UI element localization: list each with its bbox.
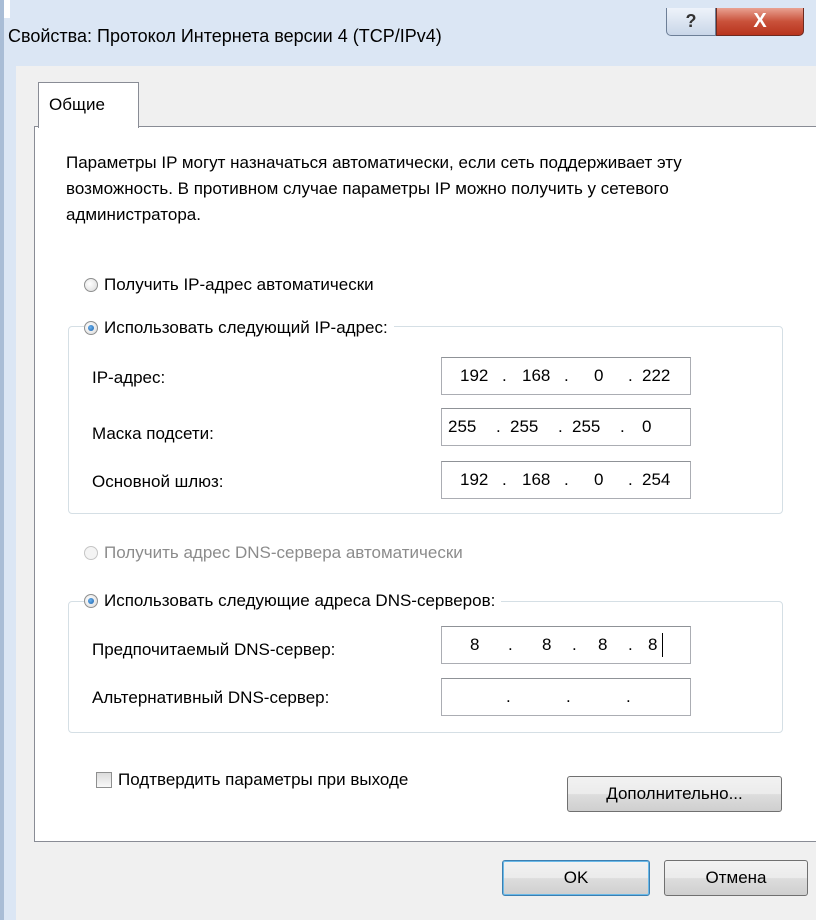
subnet-mask-label: Маска подсети: bbox=[92, 424, 214, 443]
alternate-dns-input[interactable]: . . . bbox=[441, 678, 691, 716]
radio-dns-manual-label: Использовать следующие адреса DNS-сервер… bbox=[104, 591, 496, 610]
tab-general[interactable]: Общие bbox=[38, 82, 139, 128]
radio-ip-manual[interactable]: Использовать следующий IP-адрес: bbox=[84, 318, 394, 338]
octet-separator: . bbox=[628, 470, 633, 489]
octet-2: 168 bbox=[522, 366, 551, 385]
ip-address-input[interactable]: 192 . 168 . 0 . 222 bbox=[441, 357, 691, 395]
octet-2: 8 bbox=[542, 635, 552, 654]
octet-separator: . bbox=[506, 687, 511, 706]
radio-dns-manual[interactable]: Использовать следующие адреса DNS-сервер… bbox=[84, 591, 502, 611]
octet-4: 0 bbox=[642, 417, 652, 436]
ip-address-label: IP-адрес: bbox=[92, 368, 166, 387]
text-cursor bbox=[662, 633, 663, 657]
octet-4: 254 bbox=[642, 470, 671, 489]
preferred-dns-input[interactable]: 8 . 8 . 8 . 8 bbox=[441, 626, 691, 664]
octet-separator: . bbox=[628, 635, 633, 654]
radio-dns-auto-label: Получить адрес DNS-сервера автоматически bbox=[104, 543, 463, 562]
octet-1: 192 bbox=[460, 470, 489, 489]
radio-ip-manual-indicator bbox=[84, 321, 98, 335]
radio-dns-auto[interactable]: Получить адрес DNS-сервера автоматически bbox=[84, 543, 469, 563]
octet-4: 222 bbox=[642, 366, 671, 385]
octet-separator: . bbox=[620, 417, 625, 436]
alternate-dns-label: Альтернативный DNS-сервер: bbox=[92, 688, 330, 707]
close-button[interactable]: X bbox=[716, 8, 804, 36]
dialog-window: Свойства: Протокол Интернета версии 4 (T… bbox=[0, 0, 816, 920]
octet-separator: . bbox=[572, 635, 577, 654]
octet-3: 255 bbox=[572, 417, 601, 436]
default-gateway-label: Основной шлюз: bbox=[92, 472, 224, 491]
subnet-mask-input[interactable]: 255 . 255 . 255 . 0 bbox=[441, 408, 691, 446]
octet-3: 0 bbox=[594, 470, 604, 489]
radio-dns-auto-indicator bbox=[84, 546, 98, 560]
radio-ip-auto-label: Получить IP-адрес автоматически bbox=[104, 275, 374, 294]
octet-separator: . bbox=[502, 470, 507, 489]
octet-1: 8 bbox=[470, 635, 480, 654]
ok-button[interactable]: OK bbox=[502, 860, 650, 896]
checkbox-indicator bbox=[96, 772, 112, 788]
octet-separator: . bbox=[564, 366, 569, 385]
window-title: Свойства: Протокол Интернета версии 4 (T… bbox=[8, 26, 442, 46]
help-button[interactable]: ? bbox=[666, 8, 716, 36]
octet-3: 8 bbox=[598, 635, 608, 654]
octet-2: 255 bbox=[510, 417, 539, 436]
octet-separator: . bbox=[508, 635, 513, 654]
octet-1: 255 bbox=[448, 417, 477, 436]
octet-separator: . bbox=[566, 687, 571, 706]
radio-dns-manual-indicator bbox=[84, 594, 98, 608]
octet-3: 0 bbox=[594, 366, 604, 385]
radio-ip-manual-label: Использовать следующий IP-адрес: bbox=[104, 318, 388, 337]
validate-on-exit-checkbox[interactable]: Подтвердить параметры при выходе bbox=[96, 770, 408, 790]
octet-separator: . bbox=[626, 687, 631, 706]
advanced-button[interactable]: Дополнительно... bbox=[567, 776, 782, 812]
close-icon: X bbox=[753, 10, 767, 32]
octet-separator: . bbox=[496, 417, 501, 436]
octet-separator: . bbox=[564, 470, 569, 489]
tab-general-label: Общие bbox=[49, 95, 105, 114]
octet-separator: . bbox=[558, 417, 563, 436]
octet-separator: . bbox=[502, 366, 507, 385]
octet-1: 192 bbox=[460, 366, 489, 385]
cancel-button[interactable]: Отмена bbox=[664, 860, 808, 896]
preferred-dns-label: Предпочитаемый DNS-сервер: bbox=[92, 640, 336, 659]
description-text: Параметры IP могут назначаться автоматич… bbox=[66, 153, 682, 224]
octet-separator: . bbox=[628, 366, 633, 385]
window-corner bbox=[4, 0, 10, 18]
default-gateway-input[interactable]: 192 . 168 . 0 . 254 bbox=[441, 461, 691, 499]
octet-2: 168 bbox=[522, 470, 551, 489]
validate-on-exit-label: Подтвердить параметры при выходе bbox=[118, 770, 409, 789]
radio-ip-auto[interactable]: Получить IP-адрес автоматически bbox=[84, 275, 380, 295]
radio-ip-auto-indicator bbox=[84, 278, 98, 292]
help-icon: ? bbox=[685, 11, 697, 31]
octet-4: 8 bbox=[648, 635, 658, 654]
